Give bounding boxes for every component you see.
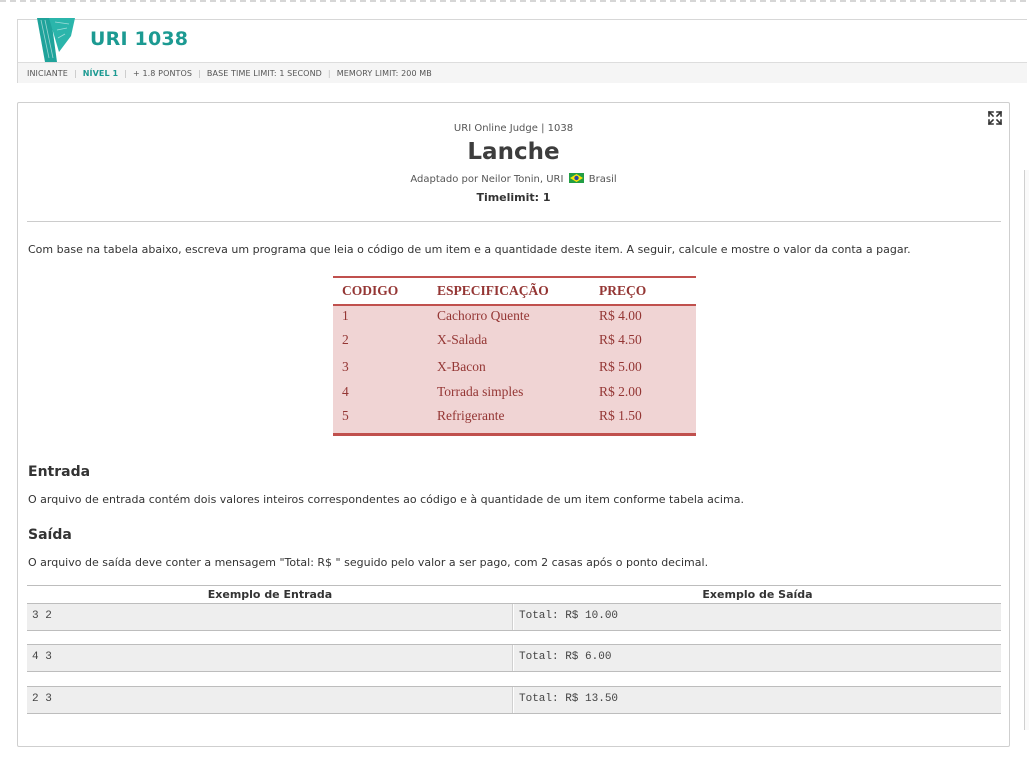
table-cell: X-Salada [437,332,488,347]
table-header-cell: ESPECIFICAÇÃO [437,283,549,298]
table-cell: Torrada simples [437,384,524,399]
author-country: Brasil [588,174,617,185]
table-cell: 1 [342,308,349,323]
table-cell: Refrigerante [437,408,505,423]
category-label[interactable]: INICIANTE [27,69,68,78]
table-cell: 5 [342,408,349,423]
problem-title: Lanche [467,139,560,165]
table-cell: X-Bacon [437,359,486,374]
example-input-cell[interactable]: 4 3 [27,645,513,671]
example-row-border [27,630,1001,631]
example-input-cell[interactable]: 2 3 [27,687,513,713]
meta-separator: | [73,68,77,78]
problem-header: URI 1038 INICIANTE | NÍVEL 1 | + 1.8 PON… [17,18,1027,83]
input-description: O arquivo de entrada contém dois valores… [28,493,744,506]
table-cell: R$ 5.00 [599,359,642,374]
points-label: + 1.8 PONTOS [133,68,193,78]
timelimit-label: Timelimit: 1 [476,191,551,204]
example-output-cell[interactable]: Total: R$ 10.00 [514,604,1001,630]
brazil-flag-icon [568,173,584,183]
example-row-border [27,671,1001,672]
example-row-border [27,713,1001,714]
table-cell: R$ 1.50 [599,408,642,423]
input-heading: Entrada [28,464,91,480]
meta-separator: | [327,68,331,78]
example-output-cell[interactable]: Total: R$ 6.00 [514,645,1001,671]
example-input-header: Exemplo de Entrada [207,588,333,601]
table-cell: R$ 2.00 [599,384,642,399]
example-output-header: Exemplo de Saída [702,588,813,601]
time-limit-label: BASE TIME LIMIT: 1 SECOND [206,68,322,78]
divider [27,221,1001,222]
meta-separator: | [198,68,201,78]
table-cell: R$ 4.00 [599,308,642,323]
output-description: O arquivo de saída deve conter a mensage… [28,556,709,569]
uri-logo-icon [37,18,75,62]
example-input-cell[interactable]: 3 2 [27,604,513,630]
problem-statement-card: URI Online Judge | 1038 Lanche Adaptado … [17,102,1010,747]
author-line: Adaptado por Neilor Tonin, URI Brasil [18,173,1009,185]
example-output-cell[interactable]: Total: R$ 13.50 [514,687,1001,713]
table-cell: 3 [342,359,349,374]
author-text: Adaptado por Neilor Tonin, URI [410,174,564,185]
table-header-cell: PREÇO [599,283,647,298]
meta-separator: | [124,68,128,78]
memory-limit-label: MEMORY LIMIT: 200 MB [336,68,432,78]
table-cell: Cachorro Quente [437,308,530,323]
table-cell: R$ 4.50 [599,332,642,347]
table-header-cell: CODIGO [342,283,399,298]
output-heading: Saída [28,527,72,543]
problem-description: Com base na tabela abaixo, escreva um pr… [28,243,911,256]
level-label: NÍVEL 1 [82,68,119,78]
examples-top-border [27,585,1001,586]
table-cell: 2 [342,332,349,347]
problem-meta-bar: INICIANTE | NÍVEL 1 | + 1.8 PONTOS | BAS… [18,62,1027,83]
price-table-header: CODIGO ESPECIFICAÇÃO PREÇO [333,278,696,306]
page-scrollbar[interactable] [1024,170,1029,730]
price-table: CODIGO ESPECIFICAÇÃO PREÇO 1 Cachorro Qu… [333,276,696,436]
problem-code: URI 1038 [90,28,189,50]
judge-line: URI Online Judge | 1038 [453,123,574,134]
table-cell: 4 [342,384,349,399]
top-dashed-border [0,0,1029,2]
